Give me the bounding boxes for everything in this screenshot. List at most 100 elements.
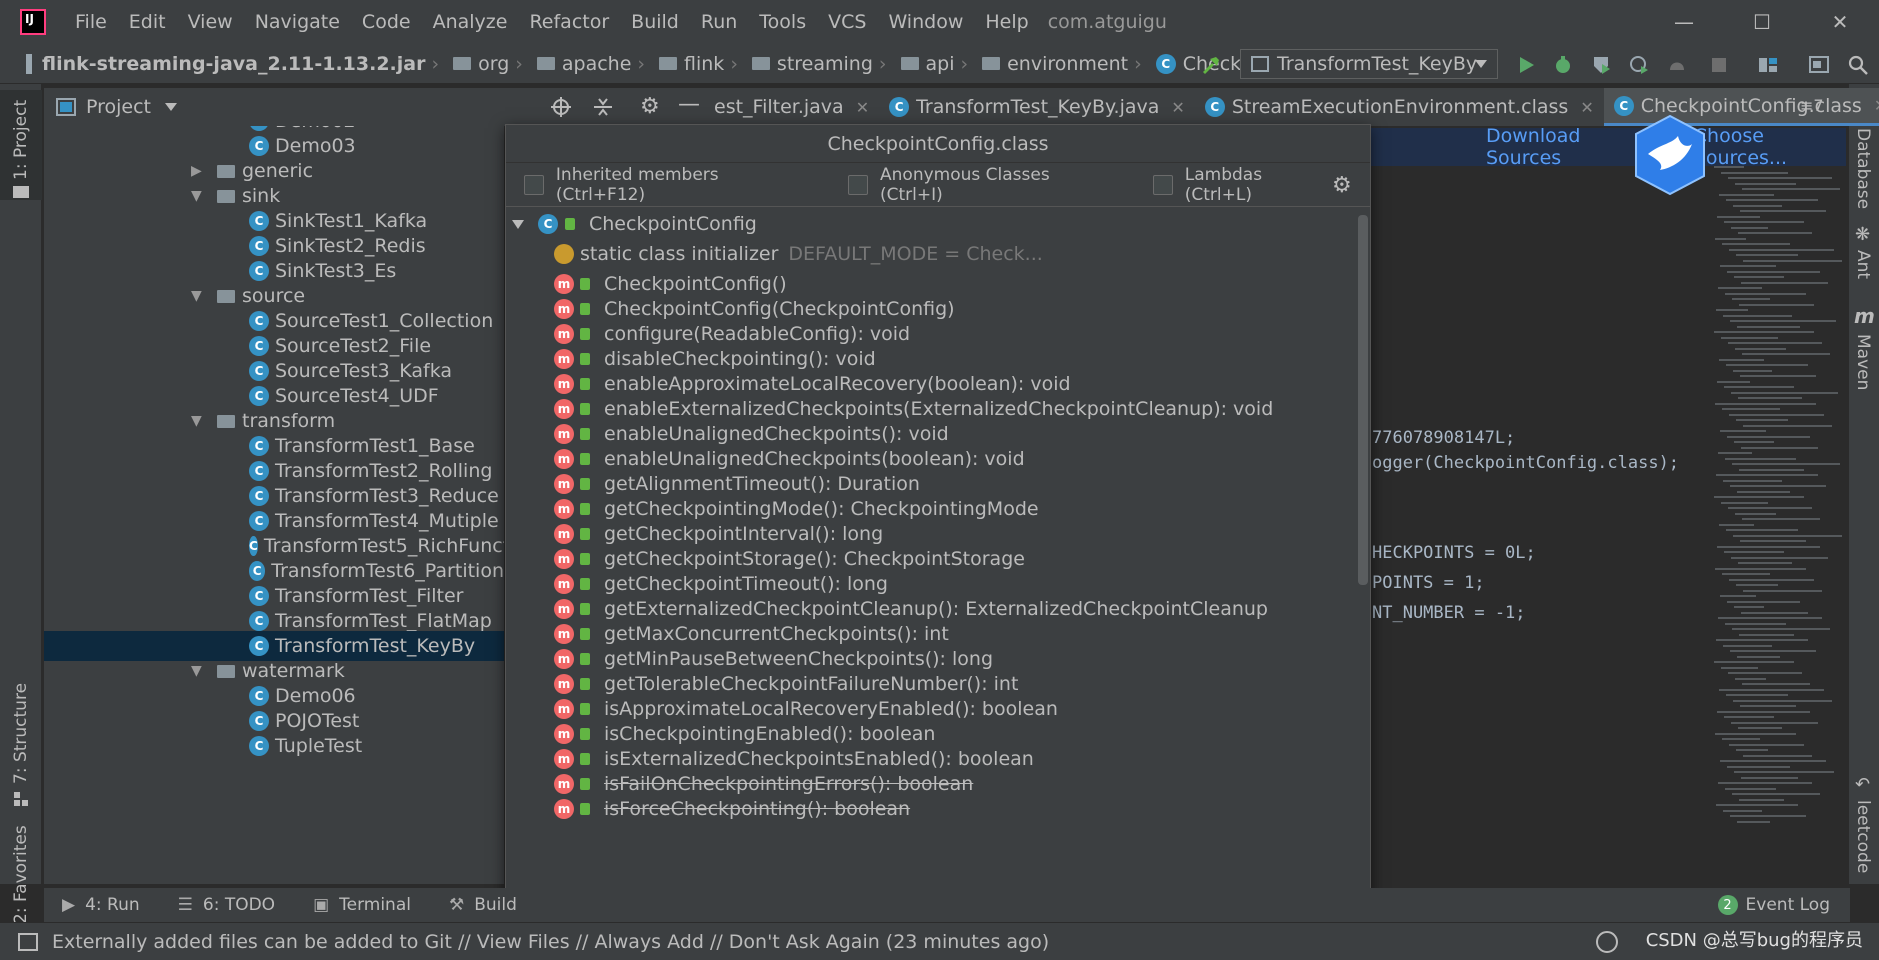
- breadcrumb-item[interactable]: environment ›: [978, 53, 1152, 75]
- editor-tab[interactable]: est_Filter.java ✕: [704, 88, 879, 126]
- menu-analyze[interactable]: Analyze: [422, 11, 519, 33]
- stop-icon[interactable]: [1708, 54, 1730, 76]
- bottom-tab-label: Terminal: [339, 895, 411, 915]
- tree-item-label: TransformTest_FlatMap: [275, 610, 492, 632]
- presentation-icon[interactable]: [1808, 54, 1830, 76]
- close-tab-icon[interactable]: ✕: [1580, 98, 1593, 117]
- close-tab-icon[interactable]: ✕: [856, 98, 869, 117]
- favorites-tool-tab[interactable]: 2: Favorites ★: [0, 744, 42, 949]
- minimap-line: [1724, 716, 1774, 718]
- chevron-down-icon[interactable]: [165, 103, 178, 111]
- menu-tools[interactable]: Tools: [748, 11, 817, 33]
- breadcrumb-item[interactable]: apache ›: [533, 53, 655, 75]
- breadcrumb-item[interactable]: flink ›: [655, 53, 748, 75]
- expanded-arrow-icon[interactable]: ▼: [191, 413, 207, 429]
- run-icon[interactable]: [1515, 54, 1537, 76]
- checkbox-box[interactable]: [1152, 174, 1173, 195]
- menu-code[interactable]: Code: [351, 11, 422, 33]
- method-signature: getCheckpointingMode(): CheckpointingMod…: [604, 498, 1039, 520]
- minimap-line: [1722, 738, 1760, 740]
- status-message-icon[interactable]: [18, 932, 38, 951]
- close-tab-icon[interactable]: ✕: [1874, 96, 1879, 115]
- menu-vcs[interactable]: VCS: [817, 11, 877, 33]
- menu-run[interactable]: Run: [690, 11, 748, 33]
- minimap-line: [1740, 210, 1826, 212]
- minimap-line: [1729, 578, 1814, 581]
- close-button[interactable]: ✕: [1801, 0, 1879, 44]
- hide-panel-icon[interactable]: —: [678, 92, 700, 117]
- collapsed-arrow-icon[interactable]: ▶: [191, 163, 207, 179]
- code-editor[interactable]: 776078908147L; ogger(CheckpointConfig.cla…: [1372, 126, 1706, 846]
- menu-refactor[interactable]: Refactor: [518, 11, 620, 33]
- tree-class-row[interactable]: C TupleTest: [44, 731, 504, 761]
- minimap-line: [1730, 815, 1806, 817]
- bottom-tab[interactable]: ▶ 4: Run: [62, 895, 140, 915]
- event-log-button[interactable]: 2 Event Log: [1717, 895, 1830, 915]
- more-tabs-button[interactable]: ≡7: [1800, 96, 1824, 115]
- breadcrumb-item[interactable]: org ›: [449, 53, 533, 75]
- checkbox-box[interactable]: [524, 174, 544, 195]
- editor-tab[interactable]: C StreamExecutionEnvironment.class ✕: [1195, 88, 1604, 126]
- minimap-line: [1738, 397, 1802, 399]
- menu-help[interactable]: Help: [974, 11, 1039, 33]
- inherited-members-checkbox[interactable]: Inherited members (Ctrl+F12): [524, 165, 812, 205]
- class-icon: C: [249, 686, 269, 706]
- build-hammer-icon[interactable]: [1200, 54, 1222, 76]
- code-minimap[interactable]: [1706, 166, 1846, 846]
- bottom-tab[interactable]: ⚒ Build: [449, 895, 517, 915]
- maximize-button[interactable]: ☐: [1723, 0, 1801, 44]
- project-panel-title[interactable]: Project: [86, 96, 151, 118]
- editor-tab[interactable]: C TransformTest_KeyBy.java ✕: [879, 88, 1195, 126]
- status-message[interactable]: Externally added files can be added to G…: [52, 931, 1049, 953]
- breadcrumb-item[interactable]: flink-streaming-java_2.11-1.13.2.jar ›: [22, 53, 449, 75]
- profile-icon[interactable]: [1628, 54, 1650, 76]
- leetcode-tool-tab[interactable]: ↶ leetcode: [1849, 774, 1879, 884]
- minimap-line: [1715, 567, 1806, 570]
- minimize-button[interactable]: —: [1645, 0, 1723, 44]
- debug-icon[interactable]: [1552, 54, 1574, 76]
- chevron-right-icon: ›: [515, 52, 523, 75]
- menu-edit[interactable]: Edit: [118, 11, 177, 33]
- gear-icon[interactable]: ⚙: [1332, 173, 1356, 198]
- menu-view[interactable]: View: [177, 11, 244, 33]
- method-icon: m: [554, 799, 574, 819]
- class-icon: C: [538, 214, 558, 234]
- menu-navigate[interactable]: Navigate: [244, 11, 351, 33]
- collapse-all-icon[interactable]: [592, 96, 614, 118]
- breadcrumb-item[interactable]: api ›: [897, 53, 979, 75]
- bottom-tab[interactable]: ▣ Terminal: [313, 895, 411, 915]
- project-tool-tab[interactable]: 1: Project: [0, 90, 42, 200]
- download-sources-link[interactable]: Download Sources: [1486, 125, 1644, 169]
- minimap-line: [1725, 457, 1796, 460]
- static-initializer-row[interactable]: static class initializer DEFAULT_MODE = …: [506, 239, 1366, 269]
- search-icon[interactable]: [1847, 54, 1869, 76]
- maven-tool-tab[interactable]: m Maven: [1849, 304, 1879, 454]
- public-lock-icon: [580, 503, 590, 515]
- leetcode-tab-label: leetcode: [1853, 800, 1873, 874]
- attach-debugger-icon[interactable]: [1666, 54, 1688, 76]
- run-configuration-select[interactable]: TransformTest_KeyBy: [1240, 49, 1498, 79]
- breadcrumb-item[interactable]: streaming ›: [748, 53, 897, 75]
- choose-sources-link[interactable]: Choose Sources...: [1694, 125, 1846, 169]
- expanded-arrow-icon[interactable]: ▼: [191, 663, 207, 679]
- anonymous-classes-checkbox[interactable]: Anonymous Classes (Ctrl+I): [848, 165, 1117, 205]
- event-count-badge: 2: [1717, 895, 1738, 915]
- lambdas-checkbox[interactable]: Lambdas (Ctrl+L): [1152, 165, 1334, 205]
- bottom-tab[interactable]: ☰ 6: TODO: [178, 895, 275, 915]
- coverage-icon[interactable]: [1590, 54, 1612, 76]
- locate-target-icon[interactable]: [550, 96, 572, 118]
- structure-root-class[interactable]: C CheckpointConfig: [506, 209, 1366, 239]
- structure-method-row[interactable]: m isForceCheckpointing(): boolean: [506, 794, 1366, 824]
- menu-build[interactable]: Build: [620, 11, 690, 33]
- popup-scrollbar[interactable]: [1358, 215, 1368, 585]
- gear-icon[interactable]: ⚙: [640, 94, 660, 119]
- expanded-arrow-icon[interactable]: ▼: [191, 188, 207, 204]
- expanded-arrow-icon[interactable]: ▼: [191, 288, 207, 304]
- menu-window[interactable]: Window: [877, 11, 974, 33]
- folder-icon: [659, 57, 678, 70]
- checkbox-box[interactable]: [848, 174, 869, 195]
- menu-file[interactable]: File: [64, 11, 118, 33]
- expand-arrow-icon[interactable]: [512, 219, 524, 229]
- project-structure-icon[interactable]: [1757, 54, 1779, 76]
- close-tab-icon[interactable]: ✕: [1171, 98, 1184, 117]
